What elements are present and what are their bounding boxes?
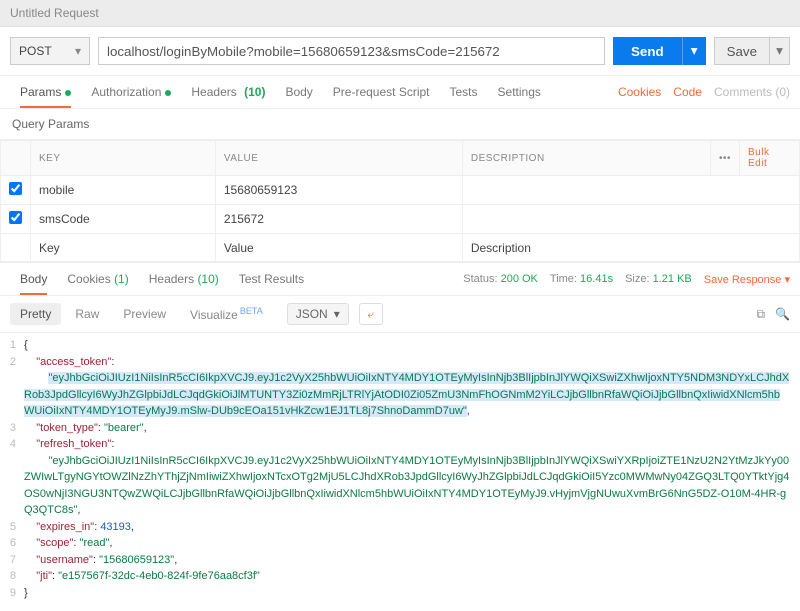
chevron-down-icon: ▾ [75, 44, 81, 58]
resp-tab-cookies[interactable]: Cookies (1) [57, 264, 138, 294]
resp-tab-body[interactable]: Body [10, 264, 57, 294]
save-button[interactable]: Save [714, 37, 770, 65]
param-key-placeholder[interactable]: Key [31, 234, 216, 262]
wrap-icon[interactable]: ⤶ [359, 303, 383, 325]
request-row: POST ▾ Send ▾ Save ▾ [0, 27, 800, 75]
tab-headers[interactable]: Headers (10) [181, 77, 275, 107]
view-visualize[interactable]: VisualizeBETA [180, 302, 273, 326]
method-select[interactable]: POST ▾ [10, 37, 90, 65]
col-key: KEY [31, 141, 216, 176]
save-dropdown[interactable]: ▾ [770, 37, 790, 65]
url-input[interactable] [98, 37, 605, 65]
tab-authorization[interactable]: Authorization [81, 77, 181, 107]
format-select[interactable]: JSON ▾ [287, 303, 349, 325]
tab-tests[interactable]: Tests [440, 77, 488, 107]
save-response[interactable]: Save Response ▾ [704, 273, 790, 286]
view-preview[interactable]: Preview [113, 303, 176, 325]
body-toolbar: Pretty Raw Preview VisualizeBETA JSON ▾ … [0, 296, 800, 333]
dot-icon [65, 90, 71, 96]
response-bar: Body Cookies (1) Headers (10) Test Resul… [0, 262, 800, 296]
param-value[interactable]: 215672 [215, 205, 462, 234]
tab-params[interactable]: Params [10, 77, 81, 107]
param-desc[interactable] [462, 205, 799, 234]
dot-icon [165, 90, 171, 96]
tab-settings[interactable]: Settings [488, 77, 551, 107]
tab-body[interactable]: Body [275, 77, 322, 107]
view-raw[interactable]: Raw [65, 303, 109, 325]
request-title: Untitled Request [0, 0, 800, 27]
send-dropdown[interactable]: ▾ [682, 37, 706, 65]
row-checkbox[interactable] [9, 211, 22, 224]
request-tabs: Params Authorization Headers (10) Body P… [0, 75, 800, 109]
col-value: VALUE [215, 141, 462, 176]
row-checkbox[interactable] [9, 182, 22, 195]
chevron-down-icon: ▾ [334, 307, 340, 321]
copy-icon[interactable]: ⧉ [756, 307, 765, 322]
method-label: POST [19, 44, 52, 58]
table-row: mobile 15680659123 [1, 176, 800, 205]
query-params-title: Query Params [0, 109, 800, 140]
link-cookies[interactable]: Cookies [618, 85, 661, 99]
link-code[interactable]: Code [673, 85, 702, 99]
param-value[interactable]: 15680659123 [215, 176, 462, 205]
tab-prerequest[interactable]: Pre-request Script [323, 77, 440, 107]
param-value-placeholder[interactable]: Value [215, 234, 462, 262]
link-comments[interactable]: Comments (0) [714, 85, 790, 99]
more-icon[interactable]: ••• [710, 141, 739, 176]
search-icon[interactable]: 🔍 [775, 307, 790, 322]
response-body: 1{ 2 "access_token": "eyJhbGciOiJIUzI1Ni… [0, 333, 800, 611]
param-key[interactable]: smsCode [31, 205, 216, 234]
table-row: smsCode 215672 [1, 205, 800, 234]
param-desc-placeholder[interactable]: Description [462, 234, 799, 262]
send-button[interactable]: Send [613, 37, 682, 65]
table-row: Key Value Description [1, 234, 800, 262]
resp-tab-headers[interactable]: Headers (10) [139, 264, 229, 294]
bulk-edit[interactable]: Bulk Edit [748, 147, 769, 169]
query-params-table: KEY VALUE DESCRIPTION ••• Bulk Edit mobi… [0, 140, 800, 262]
col-desc: DESCRIPTION [462, 141, 710, 176]
resp-tab-tests[interactable]: Test Results [229, 264, 314, 294]
param-key[interactable]: mobile [31, 176, 216, 205]
view-pretty[interactable]: Pretty [10, 303, 61, 325]
param-desc[interactable] [462, 176, 799, 205]
